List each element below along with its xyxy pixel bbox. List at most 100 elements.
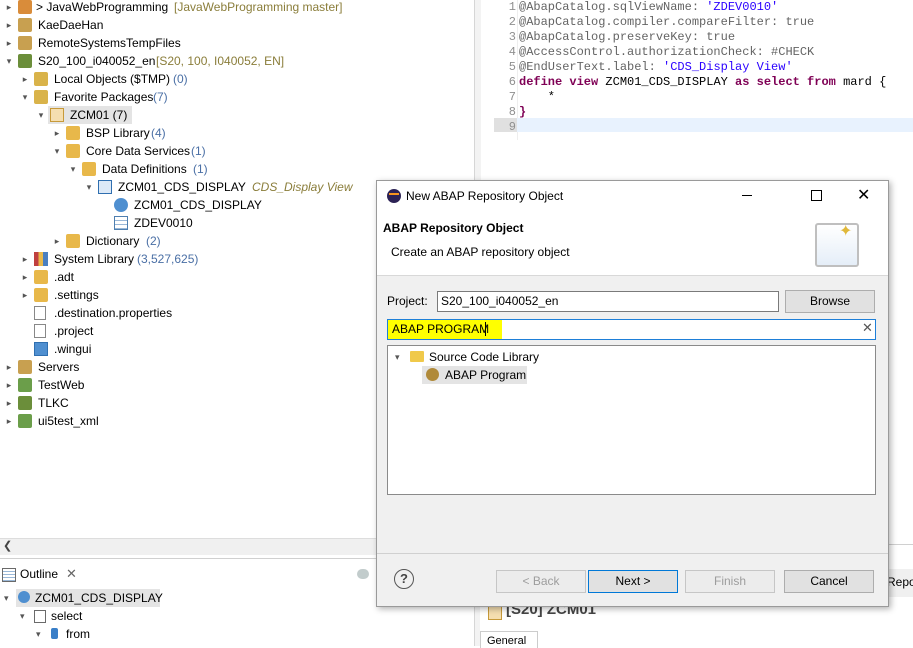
cds-view-icon [98,180,112,194]
expand-arrow-icon[interactable]: ▾ [20,88,30,106]
tree-item-label: Favorite Packages [54,90,154,104]
code-line[interactable]: define view ZCM01_CDS_DISPLAY as select … [519,75,886,90]
close-icon[interactable]: ✕ [66,566,77,582]
browse-button[interactable]: Browse [785,290,875,313]
expand-arrow-icon[interactable]: ▾ [395,348,400,366]
code-token: @EndUserText.label: [519,60,664,74]
maximize-icon[interactable] [811,190,822,201]
folder-project-icon [18,18,32,32]
expand-arrow-icon[interactable]: ▾ [4,52,14,70]
code-editor[interactable]: 1 @AbapCatalog.sqlViewName: 'ZDEV0010' 2 @A… [494,0,913,140]
tree-item-kaedaehan[interactable]: ▸ KaeDaeHan [0,16,474,34]
expand-arrow-icon[interactable]: ▾ [52,142,62,160]
tree-item-remotesystemstempfiles[interactable]: ▸ RemoteSystemsTempFiles [0,34,474,52]
tree-item-label: S20_100_i040052_en [38,54,156,68]
collapse-arrow-icon[interactable]: ▸ [4,358,14,376]
tree-item-local-objects[interactable]: ▸ Local Objects ($TMP) (0) [0,70,474,88]
folder-icon [66,126,80,140]
collapse-arrow-icon[interactable]: ▸ [20,70,30,88]
next-button[interactable]: Next > [588,570,678,593]
folder-icon [66,144,80,158]
current-line-highlight [494,118,913,132]
code-line[interactable]: @AbapCatalog.sqlViewName: 'ZDEV0010' [519,0,778,15]
tree-item-bsp-library[interactable]: ▸ BSP Library (4) [0,124,474,142]
code-line[interactable]: @AbapCatalog.preserveKey: true [519,30,735,45]
select-icon [34,610,46,623]
tree-item-abap-project[interactable]: ▾ S20_100_i040052_en [S20, 100, I040052,… [0,52,474,70]
file-icon [34,306,46,320]
object-type-tree[interactable]: ▾ Source Code Library ABAP Program [387,345,876,495]
code-token: } [519,105,527,119]
tree-item-zcm01[interactable]: ▾ ZCM01 (7) [0,106,474,124]
code-token: @AbapCatalog.compiler.compareFilter: tru… [519,15,815,29]
folder-icon [66,234,80,248]
finish-button[interactable]: Finish [685,570,775,593]
code-line[interactable]: * [519,90,555,105]
tree-item-source-code-library[interactable]: ▾ Source Code Library [388,348,875,366]
collapse-arrow-icon[interactable]: ▸ [20,268,30,286]
dialog-header: ABAP Repository Object Create an ABAP re… [377,211,888,276]
line-number: 4 [508,45,516,59]
package-icon [488,606,502,620]
help-icon[interactable]: ? [394,569,414,589]
outline-item-select[interactable]: ▾ select [0,607,474,625]
expand-arrow-icon[interactable]: ▾ [36,625,41,643]
clear-filter-icon[interactable]: ✕ [862,320,873,336]
scroll-left-arrow-icon[interactable]: ❮ [3,539,12,552]
collapse-arrow-icon[interactable]: ▸ [20,286,30,304]
tree-item-count: (2) [146,234,161,248]
minimize-icon[interactable] [742,195,752,196]
cancel-button[interactable]: Cancel [784,570,874,593]
tree-item-label: .destination.properties [54,306,173,320]
tree-item-count: (3,527,625) [137,252,199,266]
tree-item-favorite-packages[interactable]: ▾ Favorite Packages (7) [0,88,474,106]
code-line[interactable]: } [519,105,526,120]
filter-input[interactable]: ABAP PROGRAM ✕ [387,319,876,340]
tree-item-data-definitions[interactable]: ▾ Data Definitions (1) [0,160,474,178]
tree-item-javawebprogramming[interactable]: ▸ > JavaWebProgramming [JavaWebProgrammi… [0,0,474,16]
collapse-arrow-icon[interactable]: ▸ [4,0,14,16]
tree-item-label: > JavaWebProgramming [36,0,169,14]
tree-item-label: BSP Library [86,126,150,140]
back-button[interactable]: < Back [496,570,586,593]
tree-item-label: ZCM01_CDS_DISPLAY [134,198,262,212]
repo-tab-label: Repo [887,575,913,589]
expand-arrow-icon[interactable]: ▾ [4,589,9,607]
code-token: 'ZDEV0010' [706,0,779,14]
code-line[interactable]: @AccessControl.authorizationCheck: #CHEC… [519,45,814,60]
collapse-arrow-icon[interactable]: ▸ [4,16,14,34]
dialog-titlebar[interactable]: New ABAP Repository Object ✕ [377,181,888,211]
expand-arrow-icon[interactable]: ▾ [36,106,46,124]
collapse-arrow-icon[interactable]: ▸ [4,34,14,52]
collapse-arrow-icon[interactable]: ▸ [52,232,62,250]
cds-entity-icon [114,198,128,212]
expand-arrow-icon[interactable]: ▾ [20,607,25,625]
collapse-arrow-icon[interactable]: ▸ [52,124,62,142]
web-project-icon [18,414,32,428]
outline-item-from[interactable]: ▾ from [0,625,474,643]
collapse-arrow-icon[interactable]: ▸ [4,376,14,394]
folder-icon [34,288,48,302]
line-number: 2 [508,15,516,29]
collapse-arrow-icon[interactable]: ▸ [20,250,30,268]
tree-item-label: RemoteSystemsTempFiles [38,36,181,50]
collapse-arrow-icon[interactable]: ▸ [4,394,14,412]
collapse-arrow-icon[interactable]: ▸ [4,412,14,430]
collapse-all-icon[interactable] [357,569,369,579]
close-icon[interactable]: ✕ [857,185,870,205]
expand-arrow-icon[interactable]: ▾ [68,160,78,178]
project-field[interactable]: S20_100_i040052_en [437,291,779,312]
eclipse-icon-stripe [389,193,399,195]
tree-item-label: Data Definitions [102,162,187,176]
code-line[interactable]: @EndUserText.label: 'CDS_Display View' [519,60,793,75]
expand-arrow-icon[interactable]: ▾ [84,178,94,196]
cds-entity-icon [18,591,30,603]
code-token: @AccessControl.authorizationCheck: #CHEC… [519,45,815,59]
dialog-header-description: Create an ABAP repository object [391,245,570,259]
general-tab[interactable]: General [480,631,538,648]
code-line[interactable]: @AbapCatalog.compiler.compareFilter: tru… [519,15,814,30]
tree-item-abap-program[interactable]: ABAP Program [422,366,527,384]
outline-tab[interactable]: Outline ✕ [0,559,84,587]
line-number: 8 [508,105,516,119]
tree-item-core-data-services[interactable]: ▾ Core Data Services (1) [0,142,474,160]
